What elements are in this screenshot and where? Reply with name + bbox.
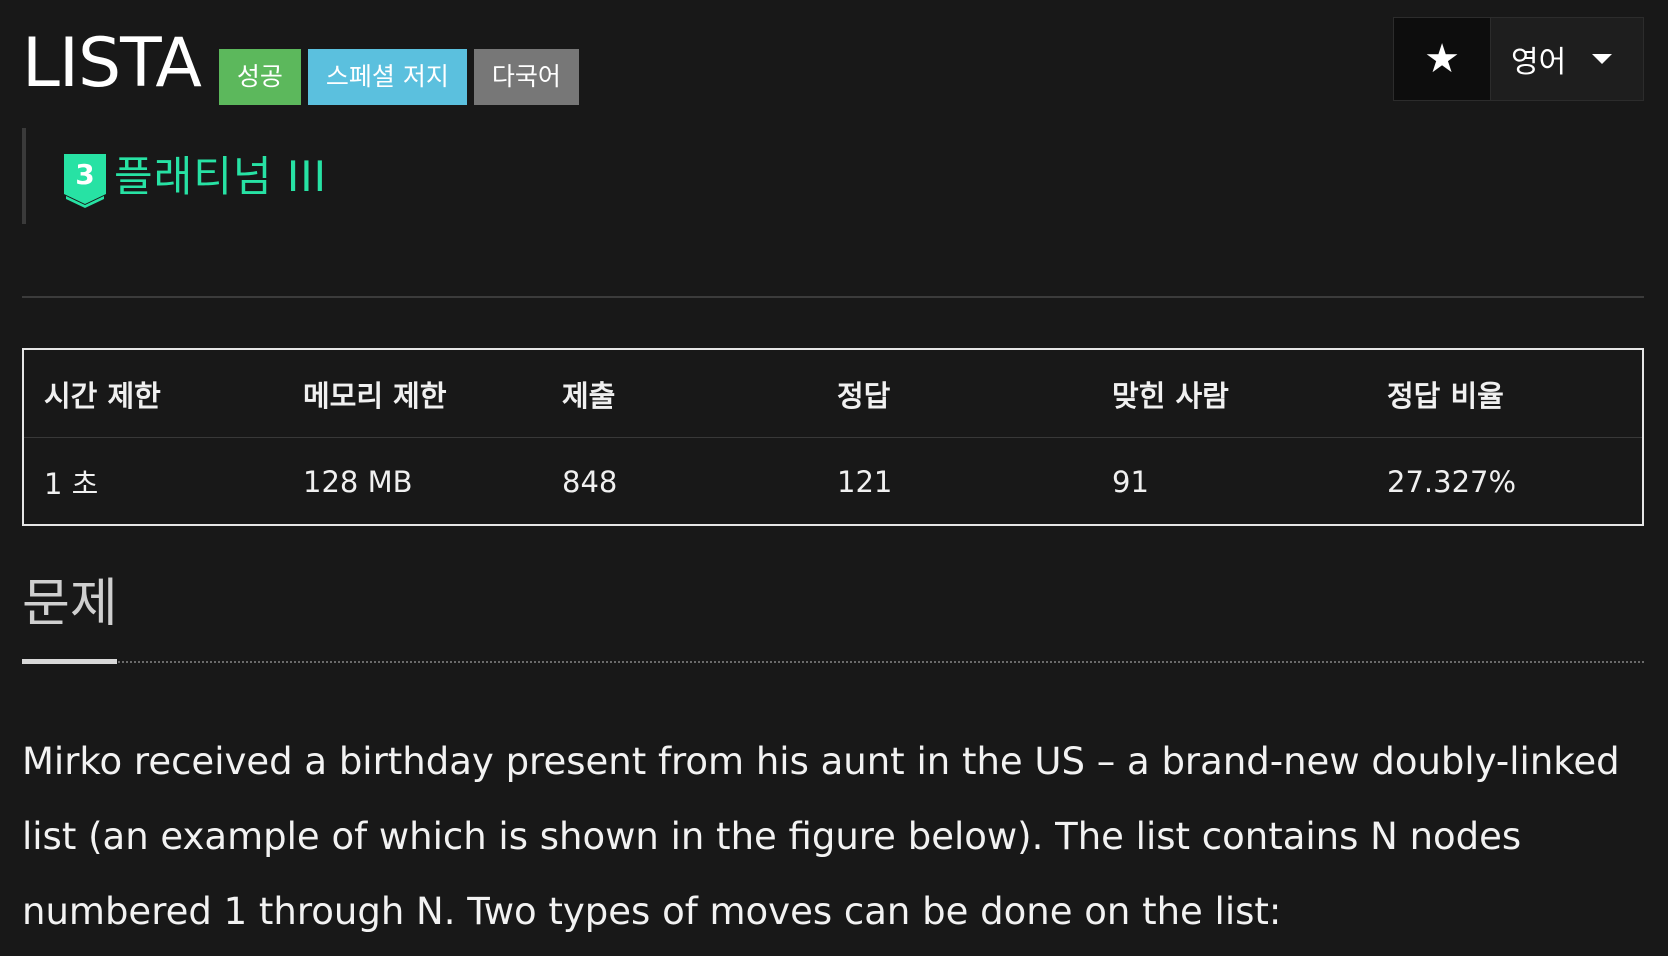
table-header-cell: 맞힌 사람 (1112, 378, 1229, 413)
language-label: 영어 (1511, 45, 1567, 80)
tier-shield-icon: 3 (64, 154, 106, 208)
table-header-cell: 시간 제한 (44, 378, 161, 413)
table-header-row: 시간 제한 메모리 제한 제출 정답 맞힌 사람 정답 비율 (24, 350, 1642, 438)
table-header-cell: 메모리 제한 (303, 378, 447, 413)
table-header-cell: 정답 비율 (1387, 378, 1504, 413)
caret-down-icon (1592, 54, 1613, 64)
special-judge-badge: 스페셜 저지 (307, 49, 467, 105)
badge-group: 성공 스페셜 저지 다국어 (218, 49, 579, 105)
favorite-button[interactable]: ★ (1394, 18, 1491, 100)
tier-label[interactable]: 플래티넘 III (114, 152, 327, 202)
table-cell: 91 (1112, 464, 1149, 499)
tier-block: 3 플래티넘 III (22, 128, 327, 224)
problem-page: LISTA 성공 스페셜 저지 다국어 ★ 영어 3 플래티넘 III 시간 제… (22, 0, 1644, 956)
table-cell: 121 (837, 464, 893, 499)
section-title-underline (22, 659, 117, 664)
title-row: LISTA 성공 스페셜 저지 다국어 (22, 22, 579, 106)
tier-number: 3 (75, 158, 94, 191)
language-dropdown[interactable]: 영어 (1491, 18, 1643, 100)
multilang-badge: 다국어 (473, 49, 579, 105)
table-cell: 128 MB (303, 464, 413, 499)
header-divider (22, 296, 1644, 298)
table-header-cell: 제출 (562, 378, 616, 413)
table-cell: 1 초 (44, 466, 99, 501)
table-header-cell: 정답 (837, 378, 891, 413)
top-actions: ★ 영어 (1393, 17, 1644, 101)
table-cell: 848 (562, 464, 618, 499)
section-divider (22, 661, 1644, 663)
table-row: 1 초 128 MB 848 121 91 27.327% (24, 438, 1642, 525)
star-icon: ★ (1424, 36, 1460, 82)
success-badge: 성공 (218, 49, 301, 105)
problem-info-table: 시간 제한 메모리 제한 제출 정답 맞힌 사람 정답 비율 1 초 128 M… (22, 348, 1644, 526)
table-cell: 27.327% (1387, 464, 1517, 499)
problem-description: Mirko received a birthday present from h… (22, 740, 1620, 933)
section-title: 문제 (22, 574, 118, 634)
problem-title: LISTA (22, 24, 202, 103)
